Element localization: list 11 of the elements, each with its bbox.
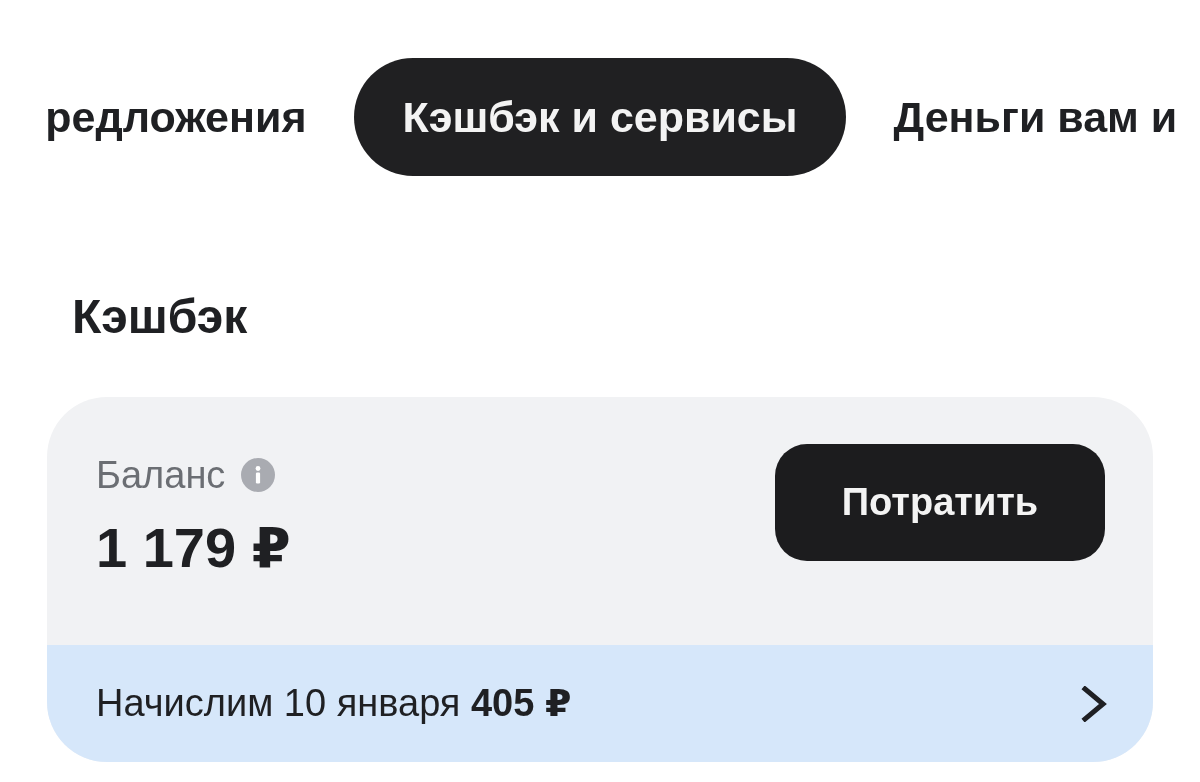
tab[interactable]: редложения xyxy=(45,58,355,176)
accrual-text: Начислим 10 января 405 ₽ xyxy=(96,681,572,726)
balance-amount: 1 179 ₽ xyxy=(96,516,291,580)
balance-label: Баланс xyxy=(96,453,226,498)
tab[interactable]: Кэшбэк и сервисы xyxy=(354,58,846,176)
section-heading: Кэшбэк xyxy=(72,289,249,345)
accrual-row[interactable]: Начислим 10 января 405 ₽ xyxy=(47,645,1153,762)
tab[interactable]: Деньги вам и xyxy=(845,58,1178,176)
spend-button[interactable]: Потратить xyxy=(775,444,1105,561)
chevron-right-icon xyxy=(1081,685,1107,722)
info-icon[interactable] xyxy=(241,458,276,492)
